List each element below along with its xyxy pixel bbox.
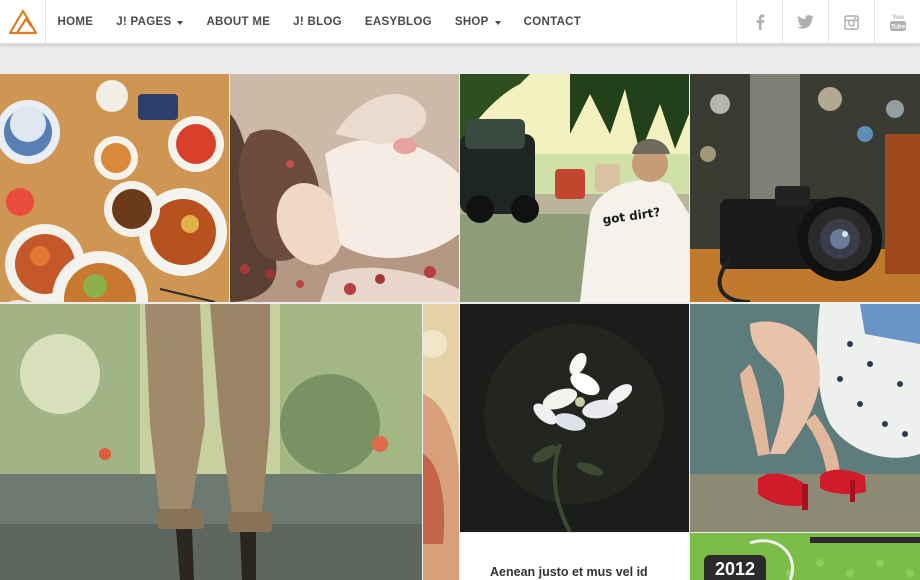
- instagram-icon: [844, 14, 859, 30]
- nav-item-label: ABOUT ME: [206, 16, 271, 28]
- post-title[interactable]: Aenean justo et mus vel id: [490, 565, 648, 579]
- nav-item-contact[interactable]: CONTACT: [512, 0, 592, 44]
- youtube-icon-text: You: [892, 14, 904, 21]
- nav-item-j-pages[interactable]: J! PAGES: [105, 0, 195, 44]
- blog-post-card[interactable]: Aenean justo et mus vel id: [460, 533, 689, 580]
- gallery-tile-flower[interactable]: [460, 304, 689, 532]
- site-header: HOME J! PAGES ABOUT ME J! BLOG EASYBLOG …: [0, 0, 920, 44]
- gallery-tile-portrait[interactable]: [230, 74, 459, 302]
- twitter-link[interactable]: [782, 0, 828, 44]
- food-photo: [0, 74, 229, 302]
- camera-photo: [690, 74, 920, 302]
- nav-item-label: CONTACT: [523, 16, 582, 28]
- site-logo[interactable]: [0, 0, 46, 44]
- strip-photo: [423, 304, 459, 580]
- gallery-tile-year[interactable]: 2012: [690, 533, 920, 580]
- nav-item-label: J! PAGES: [116, 16, 172, 28]
- heels-photo: [690, 304, 920, 532]
- gallery-tile-legs[interactable]: [0, 304, 422, 580]
- gallery-tile-strip[interactable]: [423, 304, 459, 580]
- caret-down-icon: [494, 20, 501, 25]
- nav-item-easyblog[interactable]: EASYBLOG: [353, 0, 443, 44]
- gallery-tile-food[interactable]: [0, 74, 229, 302]
- gallery-tile-street[interactable]: got dirt?: [460, 74, 689, 302]
- nav-item-shop[interactable]: SHOP: [443, 0, 512, 44]
- social-links: You Tube: [736, 0, 920, 44]
- nav-item-about-me[interactable]: ABOUT ME: [195, 0, 282, 44]
- year-badge: 2012: [704, 555, 766, 580]
- nav-item-label: HOME: [57, 16, 94, 28]
- svg-text:Tube: Tube: [890, 24, 905, 31]
- facebook-icon: [756, 14, 764, 30]
- main-nav: HOME J! PAGES ABOUT ME J! BLOG EASYBLOG …: [46, 0, 593, 44]
- instagram-link[interactable]: [828, 0, 874, 44]
- nav-item-j-blog[interactable]: J! BLOG: [282, 0, 354, 44]
- caret-down-icon: [177, 20, 184, 25]
- gallery-tile-heels[interactable]: [690, 304, 920, 532]
- flower-photo: [460, 304, 689, 532]
- gallery-tile-camera[interactable]: [690, 74, 920, 302]
- nav-item-label: SHOP: [454, 16, 489, 28]
- youtube-icon: You Tube: [889, 14, 906, 31]
- youtube-link[interactable]: You Tube: [874, 0, 920, 44]
- twitter-icon: [797, 15, 814, 29]
- nav-item-label: EASYBLOG: [364, 16, 432, 28]
- street-photo: got dirt?: [460, 74, 689, 302]
- legs-photo: [0, 304, 422, 580]
- nav-item-label: J! BLOG: [293, 16, 342, 28]
- facebook-link[interactable]: [736, 0, 782, 44]
- triangle-logo-icon: [8, 9, 37, 35]
- portrait-photo: [230, 74, 459, 302]
- header-subbar: [0, 45, 920, 73]
- nav-item-home[interactable]: HOME: [46, 0, 105, 44]
